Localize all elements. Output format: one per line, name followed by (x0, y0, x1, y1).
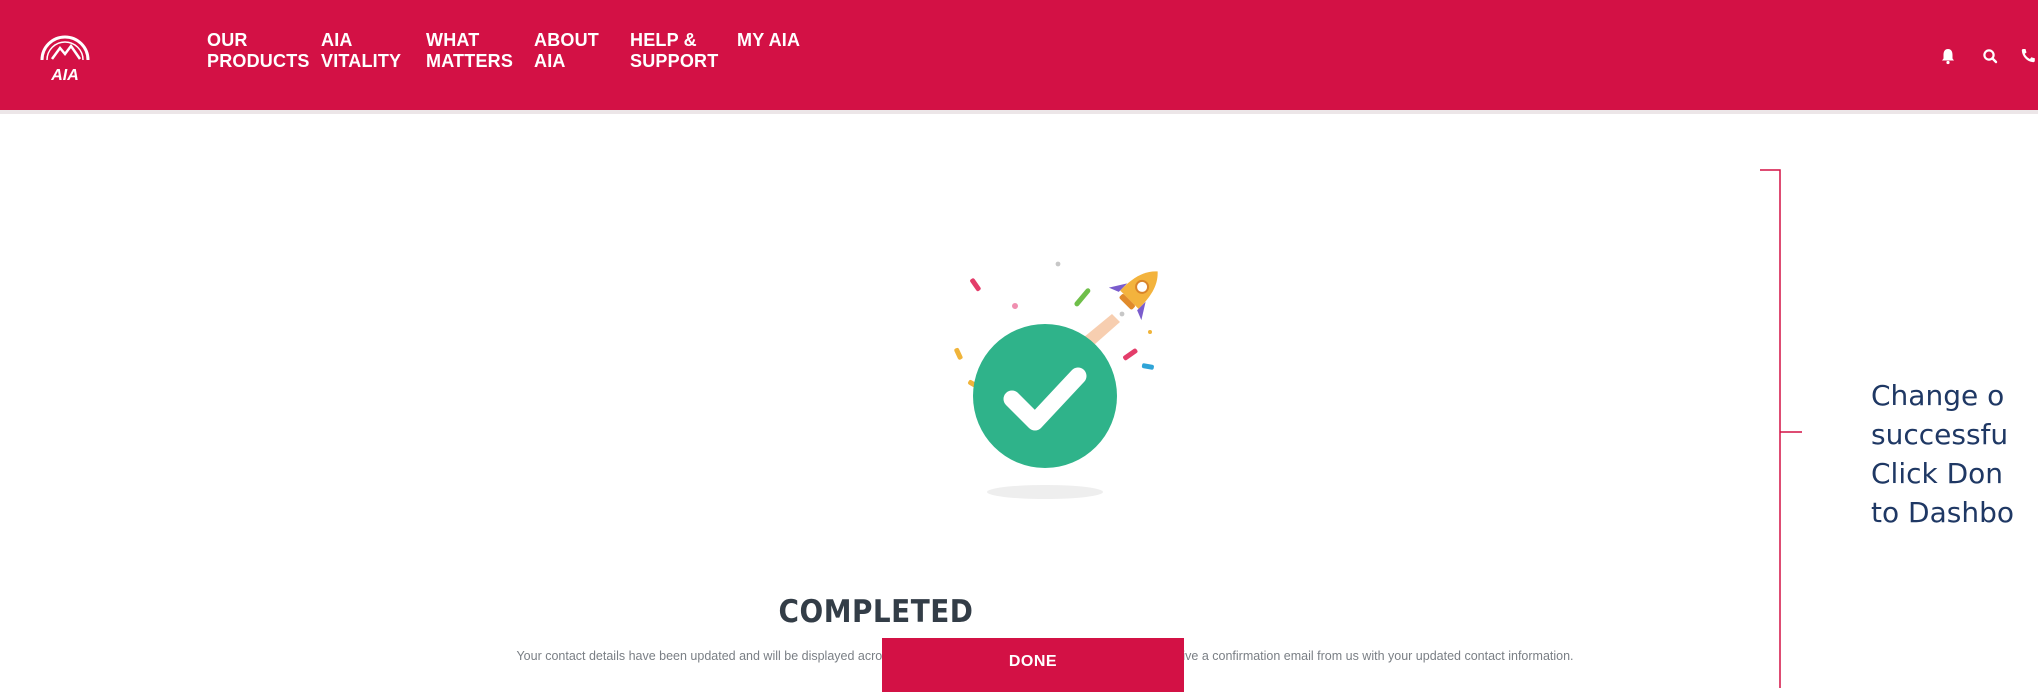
nav-aia-vitality[interactable]: AIA VITALITY (321, 30, 401, 72)
phone-icon[interactable] (2016, 44, 2038, 68)
nav-label-line2: MATTERS (426, 51, 514, 71)
confirmation-panel: COMPLETED Your contact details have been… (0, 114, 1752, 688)
annotation-line: Click Don (1871, 457, 2004, 490)
nav-what-matters[interactable]: WHAT MATTERS (426, 30, 513, 72)
aia-logo[interactable]: AIA (30, 26, 100, 86)
nav-label-line2: PRODUCTS (207, 51, 310, 71)
bell-icon[interactable] (1936, 44, 1960, 68)
annotation-line: successfu (1871, 418, 2009, 451)
annotation-note: Change o successfu Click Don to Dashbo (1871, 376, 2038, 532)
nav-label-line2: VITALITY (321, 51, 402, 71)
nav-our-products[interactable]: OUR PRODUCTS (207, 30, 310, 72)
nav-label-line1: WHAT (426, 30, 480, 50)
nav-about-aia[interactable]: ABOUT AIA (534, 30, 599, 72)
nav-label-line2: AIA (534, 51, 566, 71)
annotation-line: Change o (1871, 379, 2005, 412)
nav-label-line1: HELP & (630, 30, 697, 50)
completed-title: COMPLETED (778, 594, 974, 630)
nav-label-line1: ABOUT (534, 30, 599, 50)
search-icon[interactable] (1978, 44, 2002, 68)
nav-help-support[interactable]: HELP & SUPPORT (630, 30, 718, 72)
annotation-line: to Dashbo (1871, 496, 2014, 529)
nav-label-line1: AIA (321, 30, 353, 50)
nav-label-line2: MY AIA (737, 30, 801, 50)
nav-my-aia[interactable]: MY AIA (737, 30, 800, 51)
nav-label-line1: OUR (207, 30, 248, 50)
svg-text:AIA: AIA (50, 67, 79, 84)
success-celebration-illustration (954, 261, 1158, 499)
top-navigation-bar: AIA OUR PRODUCTS AIA VITALITY WHAT MATTE… (0, 0, 2038, 114)
nav-label-line2: SUPPORT (630, 51, 719, 71)
done-button[interactable]: DONE (882, 638, 1184, 692)
